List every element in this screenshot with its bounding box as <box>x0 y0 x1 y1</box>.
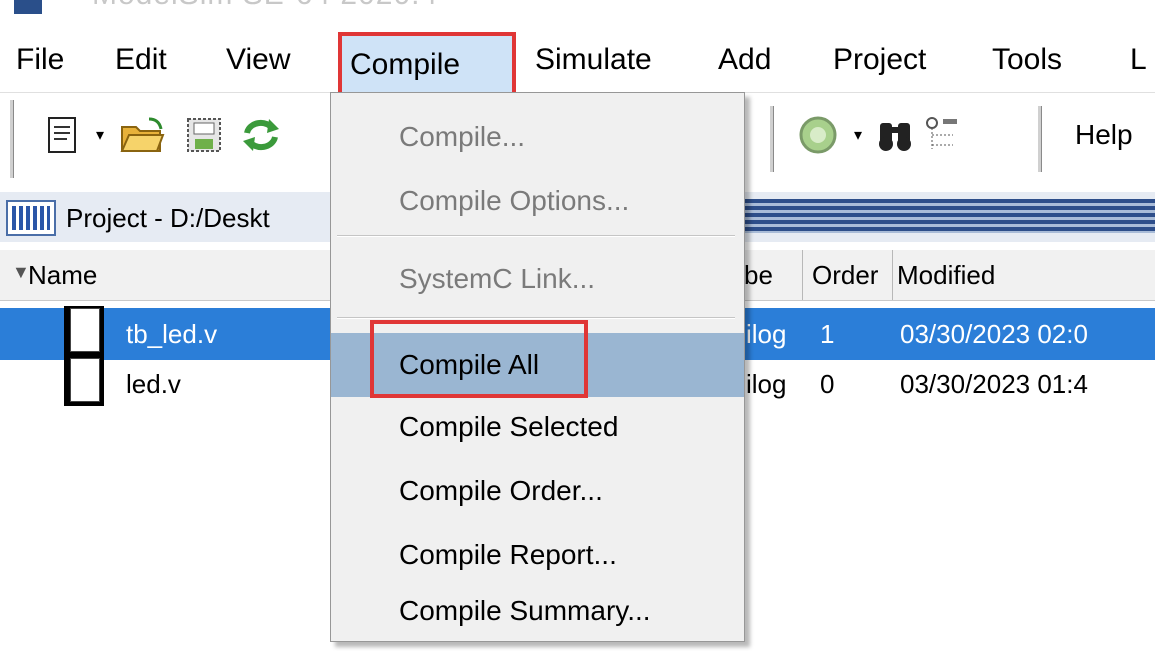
new-file-icon[interactable] <box>40 113 86 157</box>
file-order: 0 <box>820 369 835 399</box>
menu-item-label: Compile Summary... <box>399 595 651 626</box>
menu-item-label: SystemC Link... <box>399 263 596 294</box>
menu-compile[interactable]: Compile <box>340 34 512 96</box>
window-title: ModelSim SE-64 2020.4 <box>92 0 438 12</box>
chevron-down-icon[interactable]: ▾ <box>850 113 866 157</box>
structure-icon[interactable] <box>920 113 964 157</box>
menu-view[interactable]: View <box>226 40 290 80</box>
menu-item-systemc-link[interactable]: SystemC Link... <box>331 247 744 311</box>
project-icon <box>6 200 56 236</box>
file-type: ilog <box>746 319 787 349</box>
refresh-icon[interactable] <box>236 113 286 157</box>
save-icon[interactable] <box>180 113 228 157</box>
file-type: ilog <box>746 369 787 399</box>
menu-item-label: Compile Report... <box>399 539 617 570</box>
column-name[interactable]: Name <box>28 250 97 300</box>
file-name: tb_led.v <box>126 319 218 349</box>
toolbar-grip <box>10 100 14 178</box>
toolbar-separator-2 <box>1038 106 1042 172</box>
menu-item-compile-all[interactable]: Compile All <box>331 333 744 397</box>
menu-item-compile-options[interactable]: Compile Options... <box>331 169 744 233</box>
menu-project[interactable]: Project <box>833 40 926 80</box>
menu-more[interactable]: L <box>1130 40 1147 80</box>
project-pane-title: Project - D:/Deskt <box>66 203 270 233</box>
menu-separator <box>337 235 735 237</box>
file-name: led.v <box>126 369 181 399</box>
file-order: 1 <box>820 319 835 349</box>
menu-add[interactable]: Add <box>718 40 771 80</box>
title-bar: ModelSim SE-64 2020.4 <box>0 0 1155 22</box>
menu-tools[interactable]: Tools <box>992 40 1062 80</box>
menu-item-compile-summary[interactable]: Compile Summary... <box>331 579 744 643</box>
menu-item-compile-order[interactable]: Compile Order... <box>331 459 744 523</box>
menu-item-compile-selected[interactable]: Compile Selected <box>331 395 744 459</box>
file-modified: 03/30/2023 02:0 <box>900 319 1088 349</box>
menu-item-label: Compile Order... <box>399 475 603 506</box>
open-folder-icon[interactable] <box>116 113 170 157</box>
menu-item-label: Compile Selected <box>399 411 619 442</box>
menu-item-label: Compile All <box>399 349 540 380</box>
column-type[interactable]: be <box>744 250 773 300</box>
menu-edit[interactable]: Edit <box>115 40 167 80</box>
compile-dropdown-menu: Compile... Compile Options... SystemC Li… <box>330 92 745 642</box>
menu-simulate[interactable]: Simulate <box>535 40 652 80</box>
menu-item-label: Compile Options... <box>399 185 630 216</box>
app-icon <box>14 0 42 14</box>
column-divider[interactable] <box>802 250 803 300</box>
column-divider[interactable] <box>892 250 893 300</box>
menu-item-compile[interactable]: Compile... <box>331 105 744 169</box>
file-modified: 03/30/2023 01:4 <box>900 369 1088 399</box>
help-button[interactable]: Help <box>1075 113 1133 157</box>
component-icon[interactable] <box>792 113 844 157</box>
find-icon[interactable] <box>874 113 918 157</box>
file-icon <box>64 306 104 406</box>
column-modified[interactable]: Modified <box>897 250 995 300</box>
menu-separator <box>337 317 735 319</box>
menu-item-label: Compile... <box>399 121 526 152</box>
chevron-down-icon[interactable]: ▾ <box>90 113 110 157</box>
menu-item-compile-report[interactable]: Compile Report... <box>331 523 744 587</box>
toolbar-separator-1 <box>770 106 774 172</box>
menu-file[interactable]: File <box>16 40 64 80</box>
column-order[interactable]: Order <box>812 250 892 300</box>
